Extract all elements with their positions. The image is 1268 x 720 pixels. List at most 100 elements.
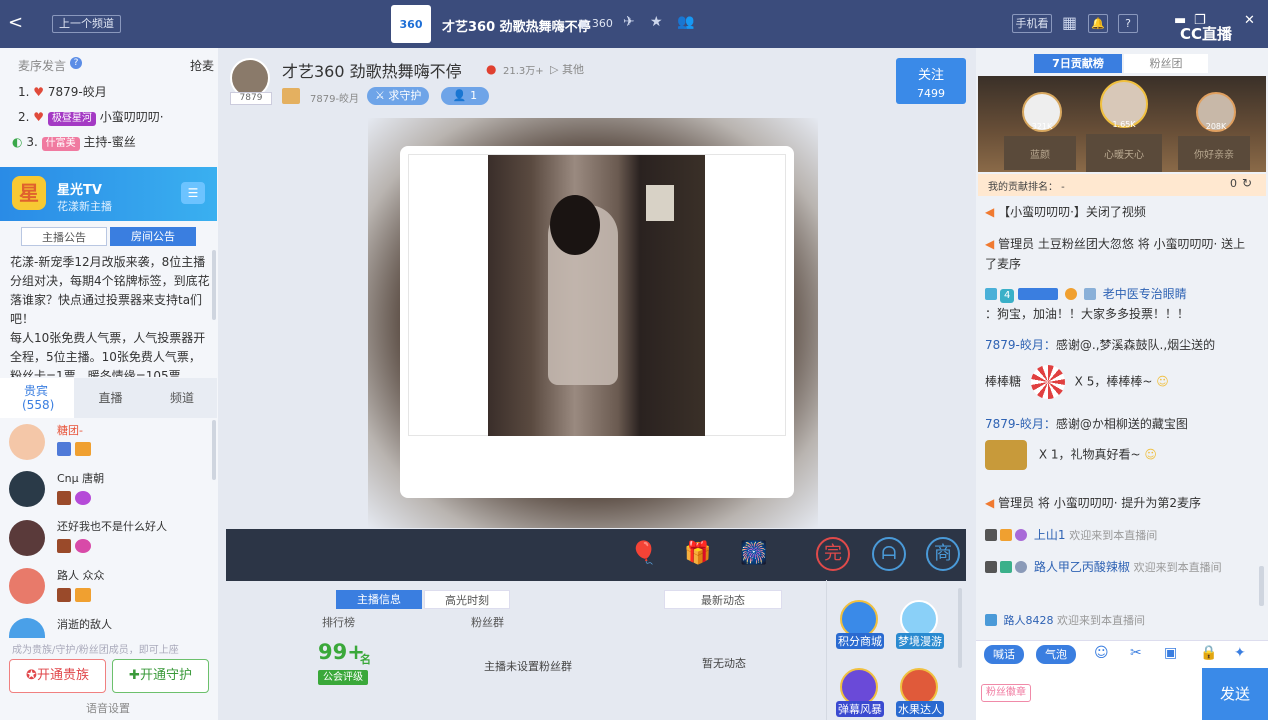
- user-name[interactable]: 路人 众众: [57, 567, 105, 583]
- barrage-storm-label[interactable]: 弹幕风暴: [836, 701, 884, 717]
- chat-user[interactable]: 路人甲乙丙酸辣椒: [1034, 560, 1130, 574]
- performer-hair: [550, 195, 600, 255]
- points-mall-label[interactable]: 积分商城: [836, 633, 884, 649]
- mic-num: 2.: [18, 110, 30, 124]
- lucky-gift-icon[interactable]: 🎆: [740, 541, 767, 566]
- user-list-scrollbar[interactable]: [212, 420, 216, 480]
- menu-icon[interactable]: ☰: [181, 182, 205, 204]
- user-name[interactable]: 糖团-: [57, 422, 83, 438]
- guild-rating[interactable]: 公会评级: [318, 670, 368, 685]
- anchor-name: 7879-皎月: [310, 94, 360, 105]
- open-noble-button[interactable]: ✪开通贵族: [9, 659, 106, 693]
- mic-item[interactable]: ◐ 3. 什富美 主持-蜜丝: [12, 133, 136, 151]
- mic-icon: ◐: [12, 135, 23, 149]
- tab-fan-group[interactable]: 粉丝团: [1124, 54, 1208, 73]
- tab-7day-contribution[interactable]: 7日贡献榜: [1034, 54, 1122, 73]
- bubble-button[interactable]: 气泡: [1036, 645, 1076, 664]
- fan-badge-button[interactable]: 粉丝徽章: [981, 684, 1031, 702]
- send-button[interactable]: 发送: [1202, 668, 1268, 720]
- complete-icon[interactable]: 完: [816, 537, 850, 571]
- video-frame[interactable]: [400, 146, 794, 498]
- fans-group-label: 粉丝群: [471, 616, 504, 629]
- contribution-podium: 321K 蓝颜 1.65K 心暖天心 208K 你好亲亲: [978, 76, 1266, 172]
- tab-live[interactable]: 直播: [74, 378, 147, 418]
- chat-user[interactable]: 上山1: [1034, 528, 1066, 542]
- mic-item[interactable]: 2. ♥ 极昼星河 小蛮叨叨叨·: [18, 108, 164, 126]
- tab-room-notice[interactable]: 房间公告: [110, 227, 196, 246]
- tab-vip[interactable]: 贵宾 (558): [0, 378, 74, 418]
- rank1-score: 1.65K: [1112, 120, 1136, 129]
- chat-message: ◀ 管理员 土豆粉丝团大忽悠 将 小蛮叨叨叨· 送上了麦序: [985, 234, 1247, 274]
- chat-user[interactable]: 7879-皎月：: [985, 338, 1056, 352]
- tab-highlights[interactable]: 高光时刻: [424, 590, 510, 609]
- room-id-value: 360: [591, 17, 613, 30]
- fruit-master-label[interactable]: 水果达人: [896, 701, 944, 717]
- dream-roam-label[interactable]: 梦境漫游: [896, 633, 944, 649]
- emoji-icon[interactable]: ☺: [1094, 645, 1109, 661]
- settings-icon[interactable]: ✦: [1234, 645, 1246, 661]
- refresh-icon[interactable]: ↻: [1242, 176, 1252, 190]
- voice-settings[interactable]: 语音设置: [86, 700, 130, 716]
- bell-icon[interactable]: 🔔: [1088, 14, 1108, 33]
- grab-mic-button[interactable]: 抢麦: [190, 57, 214, 74]
- wall-socket: [646, 185, 674, 221]
- emoji-icon: ☺: [1156, 374, 1169, 389]
- help-icon[interactable]: ?: [70, 57, 82, 69]
- tab-anchor-info[interactable]: 主播信息: [336, 590, 422, 609]
- phone-icon: [985, 614, 997, 626]
- gift-bag-icon[interactable]: 🎁: [684, 541, 711, 566]
- avatar[interactable]: [9, 520, 45, 556]
- avatar[interactable]: [9, 424, 45, 460]
- tab-latest-news[interactable]: 最新动态: [664, 590, 782, 609]
- info-scrollbar[interactable]: [958, 588, 962, 668]
- medal-icon: [75, 588, 91, 602]
- help-icon[interactable]: ?: [1118, 14, 1138, 33]
- shout-button[interactable]: 喊话: [984, 645, 1024, 664]
- shop-icon[interactable]: 商: [926, 537, 960, 571]
- chat-scrollbar[interactable]: [1259, 566, 1264, 606]
- guard-count[interactable]: 👤 1: [441, 87, 489, 105]
- avatar[interactable]: [9, 618, 45, 638]
- other-link[interactable]: ▷ 其他: [550, 61, 584, 77]
- restore-icon[interactable]: ❐: [1194, 13, 1206, 28]
- channel-title: 才艺360 劲歌热舞嗨不停: [442, 20, 591, 35]
- minimize-icon[interactable]: ▬: [1174, 13, 1186, 28]
- follow-button[interactable]: 关注 7499: [896, 58, 966, 104]
- scissors-icon[interactable]: ✂: [1130, 645, 1142, 661]
- chat-input[interactable]: 粉丝徽章: [976, 668, 1202, 720]
- back-icon[interactable]: <: [8, 14, 23, 32]
- prev-channel-button[interactable]: 上一个频道: [52, 15, 121, 33]
- rank-value: 99+: [318, 640, 365, 664]
- chat-user[interactable]: 路人8428: [1004, 614, 1054, 627]
- chat-user[interactable]: 7879-皎月：: [985, 417, 1056, 431]
- grid-icon[interactable]: ▦: [1062, 13, 1077, 32]
- image-icon[interactable]: ▣: [1164, 645, 1177, 661]
- mic-queue-label: 麦序发言: [18, 59, 67, 73]
- tab-anchor-notice[interactable]: 主播公告: [21, 227, 107, 246]
- chat-message: 路人甲乙丙酸辣椒 欢迎来到本直播间: [985, 557, 1247, 578]
- user-name[interactable]: Cnμ 唐朝: [57, 470, 104, 486]
- avatar[interactable]: [9, 568, 45, 604]
- user-name[interactable]: 还好我也不是什么好人: [57, 518, 167, 534]
- open-guard-button[interactable]: ✚开通守护: [112, 659, 209, 693]
- star-tv-banner[interactable]: 星 星光TV 花漾新主播 ☰: [0, 167, 217, 221]
- title-bar: < 上一个频道 360 才艺360 劲歌热舞嗨不停 ▣ 360 ✈ ★ 👥 手机…: [0, 0, 1268, 48]
- balloon-gift-icon[interactable]: 🎈: [630, 541, 657, 566]
- bag-icon[interactable]: ᗩ: [872, 537, 906, 571]
- star-icon[interactable]: ★: [650, 14, 663, 30]
- guard-button[interactable]: ⚔ 求守护: [367, 87, 430, 105]
- tab-channel[interactable]: 频道: [147, 378, 217, 418]
- users-icon[interactable]: 👥: [677, 14, 694, 30]
- user-name[interactable]: 消逝的敌人: [57, 616, 112, 632]
- heat-icon: ●: [486, 62, 497, 76]
- room-notice-text: 花漾-新宠季12月改版来袭，8位主播分组对决，每期4个铭牌标签，到底花落谁家？快…: [10, 255, 210, 377]
- plane-icon[interactable]: ✈: [623, 14, 635, 30]
- phone-watch-button[interactable]: 手机看: [1012, 14, 1052, 33]
- chat-user[interactable]: 老中医专治眼睛: [1103, 287, 1187, 301]
- chat-text: 感谢@.,梦溪森鼓队.,烟尘送的: [1055, 338, 1216, 352]
- mic-item[interactable]: 1. ♥ 7879-皎月: [18, 83, 107, 100]
- notice-scrollbar[interactable]: [212, 250, 216, 320]
- close-icon[interactable]: ✕: [1244, 13, 1255, 28]
- avatar[interactable]: [9, 471, 45, 507]
- lock-icon[interactable]: 🔒: [1200, 645, 1217, 661]
